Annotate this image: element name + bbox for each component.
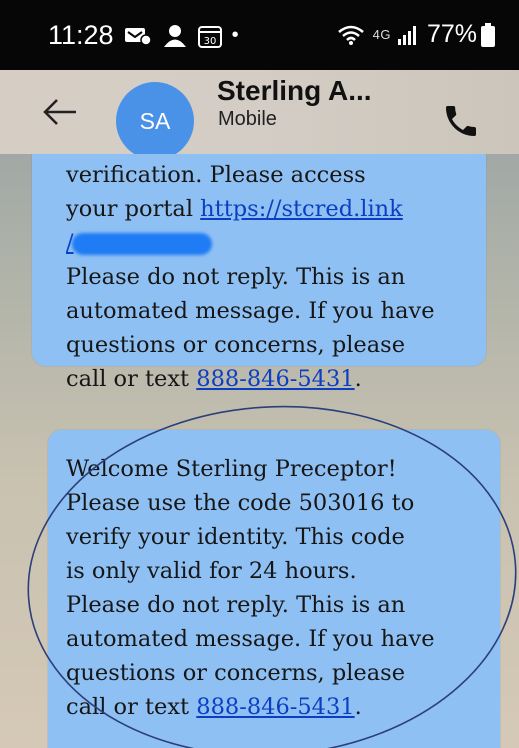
message-notification-icon <box>124 25 152 47</box>
contact-avatar[interactable]: SA <box>116 82 194 160</box>
phone-number-link[interactable]: 888-846-5431 <box>196 366 354 392</box>
call-button[interactable] <box>438 98 484 144</box>
status-dot: • <box>231 24 239 46</box>
contact-name[interactable]: Sterling A... <box>217 75 372 107</box>
message-line: questions or concerns, please <box>66 332 406 358</box>
message-line: automated message. If you have <box>66 298 435 324</box>
phone-icon <box>446 106 476 136</box>
message-text: . <box>354 694 362 720</box>
message-line: your portal https://stcred.link <box>66 192 476 226</box>
message-line: / <box>66 226 476 260</box>
message-line: questions or concerns, please <box>66 660 406 686</box>
status-time: 11:28 <box>48 20 114 50</box>
message-bubble[interactable]: Welcome Sterling Preceptor! Please use t… <box>48 430 500 748</box>
message-text: . <box>354 366 362 392</box>
message-line: call or text 888-846-5431. <box>66 362 476 396</box>
message-text: call or text <box>66 694 197 720</box>
message-line: Please use the code 503016 to <box>66 490 415 516</box>
portal-link[interactable]: https://stcred.link <box>200 196 403 222</box>
message-line: verification. Please access <box>66 162 366 188</box>
status-bar: 11:28 30 • 4G 77% <box>0 0 519 70</box>
message-list[interactable]: verification. Please access your portal … <box>0 154 519 748</box>
message-line: Welcome Sterling Preceptor! <box>66 456 397 482</box>
message-line: is only valid for 24 hours. <box>66 558 357 584</box>
avatar-initials: SA <box>139 107 171 134</box>
message-text: your portal <box>66 196 201 222</box>
message-line: Please do not reply. This is an <box>66 264 406 290</box>
status-left: 11:28 30 • <box>48 20 239 51</box>
contact-subtitle: Mobile <box>218 108 277 130</box>
status-right: 4G 77% <box>337 20 495 49</box>
network-type: 4G <box>372 27 391 42</box>
message-line: verify your identity. This code <box>66 524 405 550</box>
calendar-icon: 30 <box>197 24 222 48</box>
battery-percent: 77% <box>426 20 477 48</box>
signal-icon <box>397 25 419 45</box>
message-line: call or text 888-846-5431. <box>66 690 492 724</box>
redaction-mark <box>71 233 212 255</box>
conversation-header: SA Sterling A... Mobile <box>0 70 519 160</box>
battery-icon <box>481 22 495 47</box>
back-button[interactable] <box>40 92 80 132</box>
message-line: automated message. If you have <box>66 626 435 652</box>
back-arrow-icon <box>43 99 76 125</box>
phone-number-link[interactable]: 888-846-5431 <box>196 694 354 720</box>
wifi-icon <box>337 24 365 46</box>
message-text: call or text <box>66 366 197 392</box>
person-notification-icon <box>162 24 188 48</box>
message-line: Please do not reply. This is an <box>66 592 406 618</box>
calendar-day: 30 <box>203 36 216 47</box>
message-bubble[interactable]: verification. Please access your portal … <box>32 154 486 392</box>
